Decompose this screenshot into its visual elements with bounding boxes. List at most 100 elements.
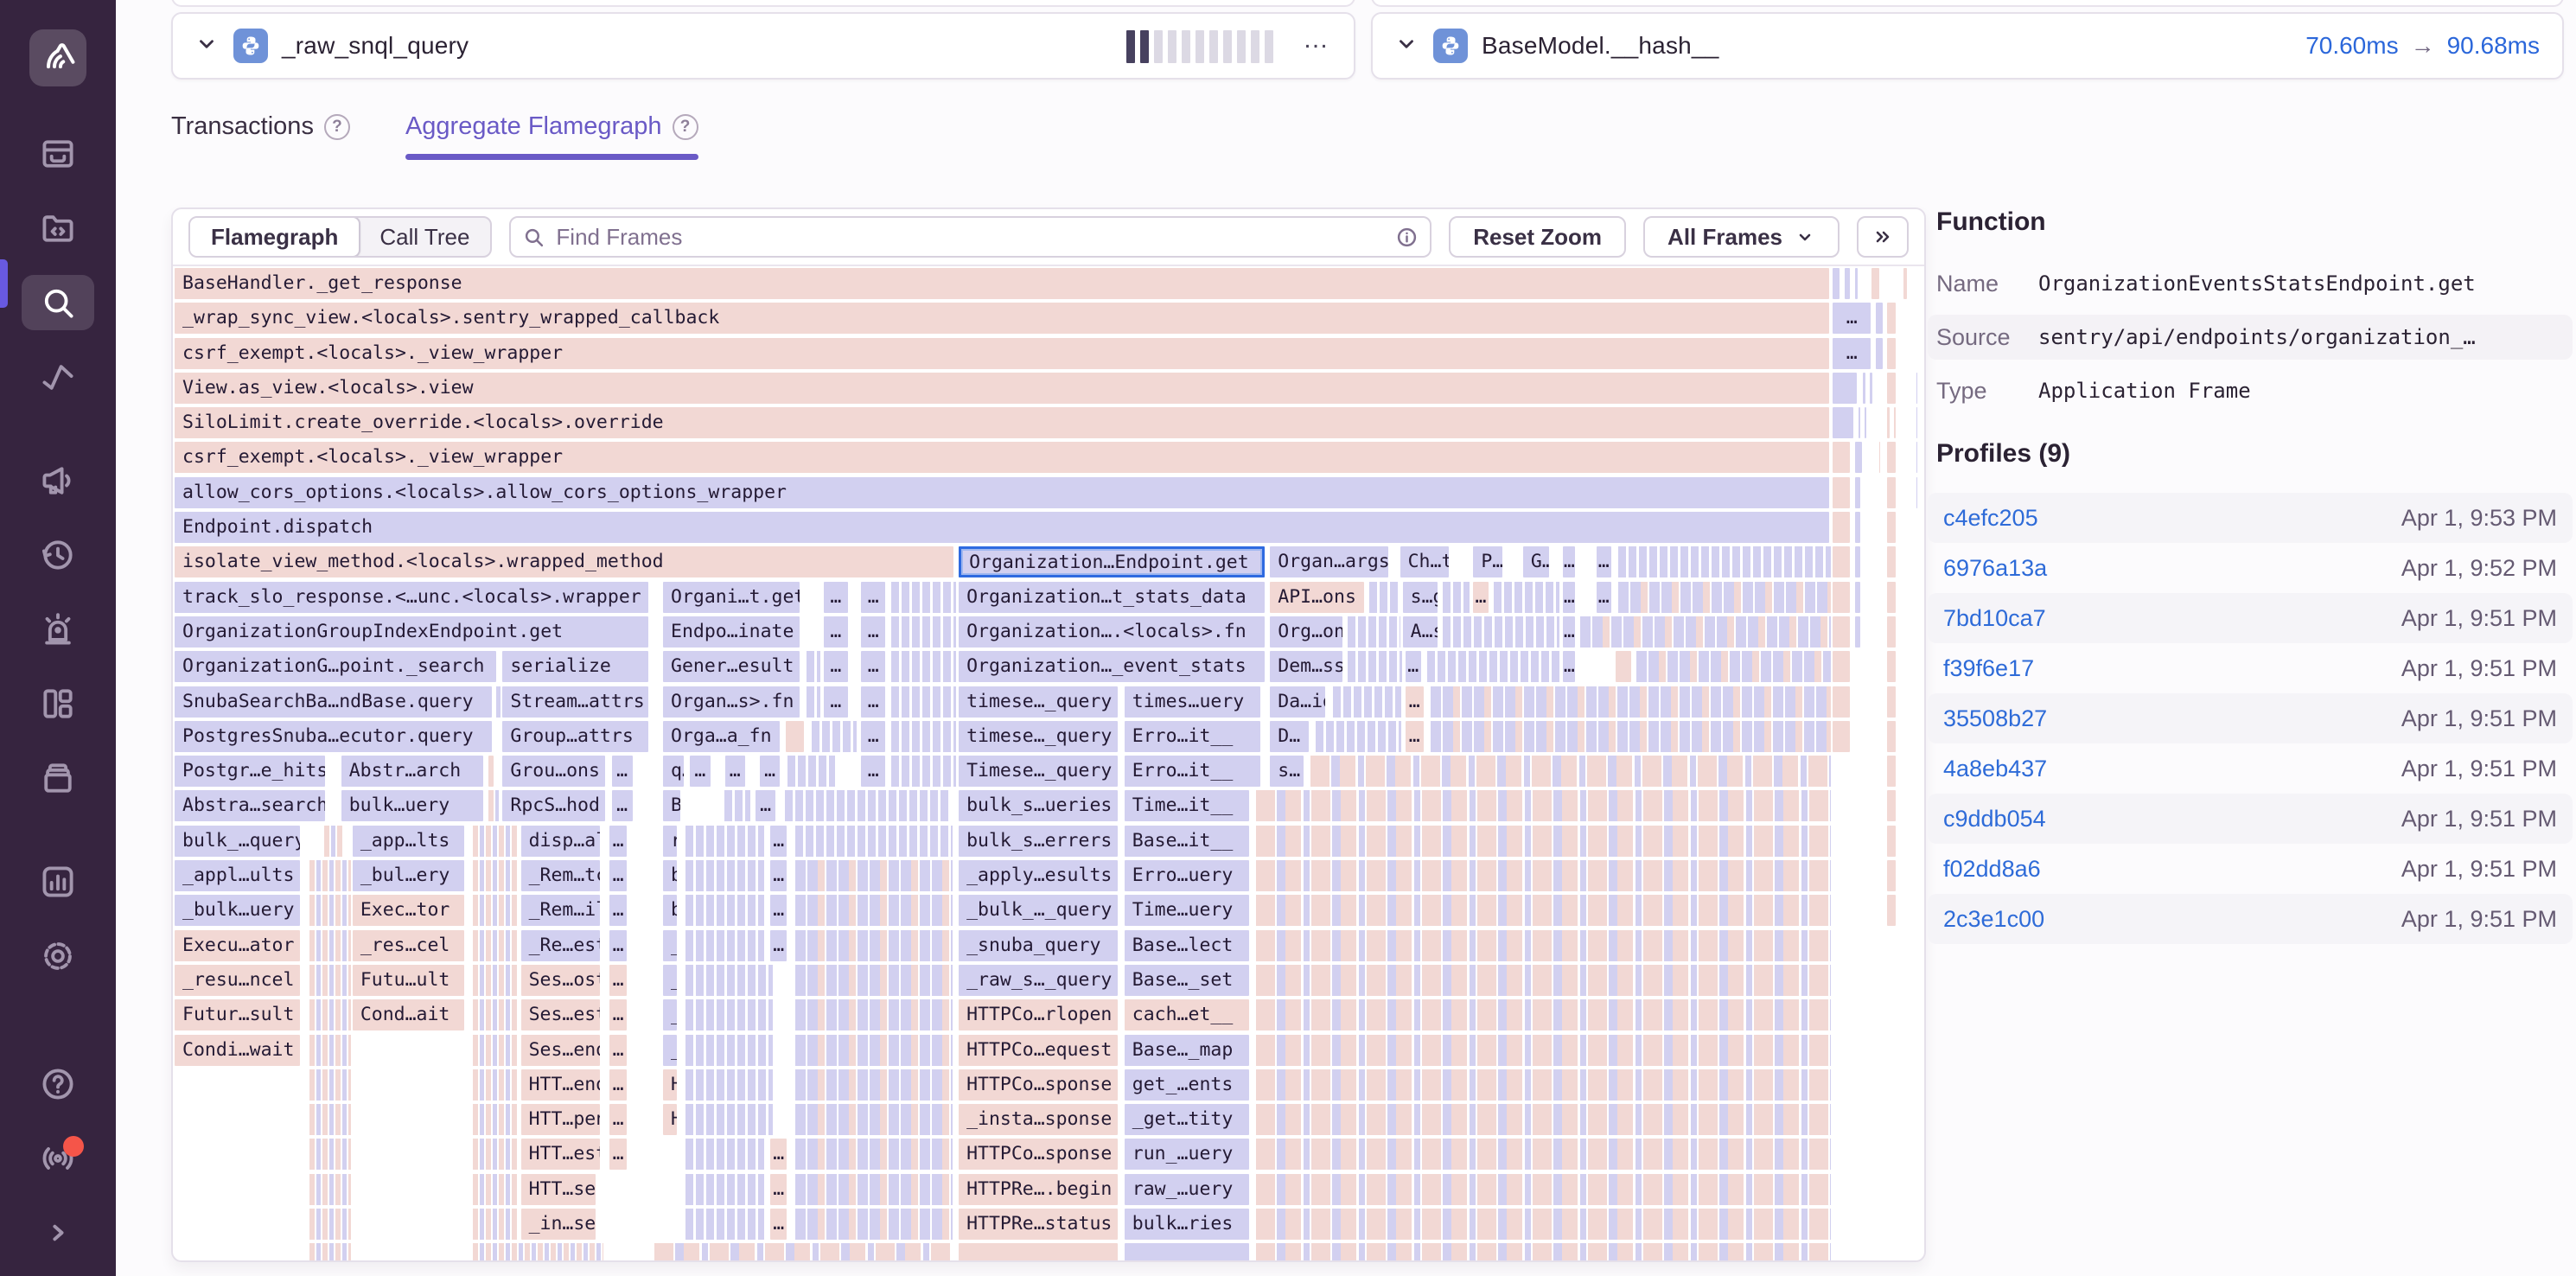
profile-link[interactable]: c9ddb054	[1943, 806, 2046, 833]
frame-cell[interactable]	[1833, 477, 1850, 508]
profile-link[interactable]: f02dd8a6	[1943, 856, 2041, 883]
frame-cell[interactable]: …	[609, 1139, 626, 1170]
frame-cell[interactable]	[1855, 512, 1860, 543]
sidebar-item-settings[interactable]	[22, 928, 94, 984]
frame-cell[interactable]: G…	[1523, 546, 1549, 577]
frame-cell-cluster[interactable]	[685, 965, 773, 996]
frame-cell-cluster[interactable]	[309, 1104, 350, 1135]
frame-cell[interactable]	[1871, 268, 1878, 299]
frame-cell[interactable]: …	[861, 721, 885, 752]
frame-cell[interactable]: Organi…t.get	[663, 582, 800, 613]
frame-cell[interactable]: _in…se	[521, 1209, 596, 1240]
frame-cell[interactable]: Base…lect	[1125, 930, 1249, 961]
frame-cell[interactable]: …	[612, 756, 633, 787]
frame-cell[interactable]: Organ…args	[1270, 546, 1387, 577]
frame-cell-cluster[interactable]	[795, 826, 953, 857]
sidebar-item-projects[interactable]	[22, 201, 94, 256]
frame-cell[interactable]: Organization…_event_stats	[959, 651, 1265, 682]
frame-cell[interactable]: HTTPRe….begin	[959, 1174, 1118, 1205]
frame-cell-cluster[interactable]	[685, 1035, 773, 1066]
frame-cell[interactable]: Ch…t	[1400, 546, 1450, 577]
frame-cell-cluster[interactable]	[891, 651, 956, 682]
frame-cell[interactable]: _…	[663, 930, 677, 961]
frame-cell[interactable]: Base…_set	[1125, 965, 1249, 996]
frame-cell[interactable]: Erro…it__	[1125, 756, 1260, 787]
sidebar-item-replays[interactable]	[22, 527, 94, 583]
frame-cell[interactable]: Abstra…search	[175, 790, 325, 821]
frame-cell[interactable]: Endpo…inate	[663, 616, 800, 648]
frame-cell[interactable]: D…	[1270, 721, 1308, 752]
frame-cell[interactable]: _res…cel	[353, 930, 464, 961]
frame-cell[interactable]: …	[1833, 303, 1871, 334]
frame-cell[interactable]	[1887, 338, 1896, 369]
frame-cell[interactable]: run_…uery	[1125, 1139, 1249, 1170]
frame-cell[interactable]	[1887, 373, 1896, 404]
frame-cell-cluster[interactable]	[309, 1069, 350, 1101]
frame-cell[interactable]: View.as_view.<locals>.view	[175, 373, 1829, 404]
frame-cell[interactable]: HTT…end	[521, 1069, 601, 1101]
frame-cell[interactable]: times…uery	[1125, 686, 1260, 718]
frame-cell[interactable]: Condi…wait	[175, 1035, 300, 1066]
frame-cell-cluster[interactable]	[309, 1243, 350, 1262]
segment-flamegraph[interactable]: Flamegraph	[188, 216, 360, 258]
frame-cell-cluster[interactable]	[1618, 546, 1831, 577]
frame-cell[interactable]	[1833, 546, 1850, 577]
frame-cell[interactable]: …	[690, 756, 710, 787]
frame-cell[interactable]: _wrap_sync_view.<locals>.sentry_wrapped_…	[175, 303, 1829, 334]
frame-cell[interactable]	[1887, 651, 1896, 682]
frame-cell[interactable]: serialize	[502, 651, 648, 682]
search-input[interactable]	[509, 216, 1431, 258]
frame-cell[interactable]	[1845, 268, 1850, 299]
frame-cell[interactable]: Erro…it__	[1125, 721, 1260, 752]
frame-cell[interactable]: bulk_s…ueries	[959, 790, 1118, 821]
frame-cell[interactable]: …	[824, 616, 848, 648]
frame-cell[interactable]: Organ…s>.fn	[663, 686, 800, 718]
frame-cell-cluster[interactable]	[1256, 1035, 1831, 1066]
frame-cell[interactable]: …	[861, 756, 885, 787]
frame-cell-cluster[interactable]	[685, 1139, 764, 1170]
frame-cell[interactable]	[1833, 616, 1850, 648]
sidebar-item-expand[interactable]	[22, 1205, 94, 1260]
overflow-menu-icon[interactable]: …	[1303, 35, 1331, 56]
sidebar-item-alerts[interactable]	[22, 602, 94, 657]
frame-cell-cluster[interactable]	[807, 651, 820, 682]
frame-cell[interactable]: OrganizationG…point._search	[175, 651, 496, 682]
help-icon[interactable]: ?	[324, 114, 350, 140]
frame-cell-cluster[interactable]	[812, 721, 857, 752]
frame-cell[interactable]: …	[1833, 338, 1871, 369]
frame-cell-cluster[interactable]	[1256, 860, 1831, 891]
duration-before[interactable]: 70.60ms	[2305, 32, 2398, 60]
frame-cell[interactable]: …	[609, 965, 626, 996]
frame-cell[interactable]: Ses…est	[521, 999, 601, 1030]
frame-cell-cluster[interactable]	[473, 965, 518, 996]
chevron-down-icon[interactable]	[195, 33, 218, 60]
frame-cell[interactable]	[1863, 373, 1865, 404]
frame-cell-cluster[interactable]	[1256, 895, 1831, 926]
frame-cell[interactable]: Execu…ator	[175, 930, 300, 961]
frame-cell[interactable]: _apply…esults	[959, 860, 1118, 891]
frame-cell-cluster[interactable]	[891, 686, 956, 718]
frame-cell-cluster[interactable]	[1256, 1174, 1831, 1205]
frame-cell-cluster[interactable]	[473, 1069, 518, 1101]
frame-cell-cluster[interactable]	[473, 1174, 518, 1205]
frame-cell[interactable]	[786, 721, 804, 752]
frame-cell[interactable]: Grou…ons	[502, 756, 605, 787]
frame-cell-cluster[interactable]	[473, 1035, 518, 1066]
frame-cell[interactable]: …	[725, 756, 745, 787]
frame-cell[interactable]: …	[756, 790, 775, 821]
frame-cell-cluster[interactable]	[685, 1174, 764, 1205]
frame-cell-cluster[interactable]	[1431, 686, 1831, 718]
frame-cell-cluster[interactable]	[1333, 686, 1401, 718]
frame-cell[interactable]: s…g	[1403, 582, 1438, 613]
frame-cell[interactable]	[1833, 268, 1840, 299]
frame-cell[interactable]	[1876, 303, 1883, 334]
frame-cell-cluster[interactable]	[1256, 965, 1831, 996]
frame-cell[interactable]: …	[609, 930, 626, 961]
frame-cell-cluster[interactable]	[795, 1035, 953, 1066]
frame-cell[interactable]: HTTPCo…sponse	[959, 1139, 1118, 1170]
frame-cell[interactable]: _raw_s…_query	[959, 965, 1118, 996]
segment-call-tree[interactable]: Call Tree	[359, 218, 490, 256]
frame-cell[interactable]: q…	[663, 756, 684, 787]
frame-cell[interactable]: s…	[1270, 756, 1303, 787]
frame-cell-cluster[interactable]	[309, 965, 350, 996]
